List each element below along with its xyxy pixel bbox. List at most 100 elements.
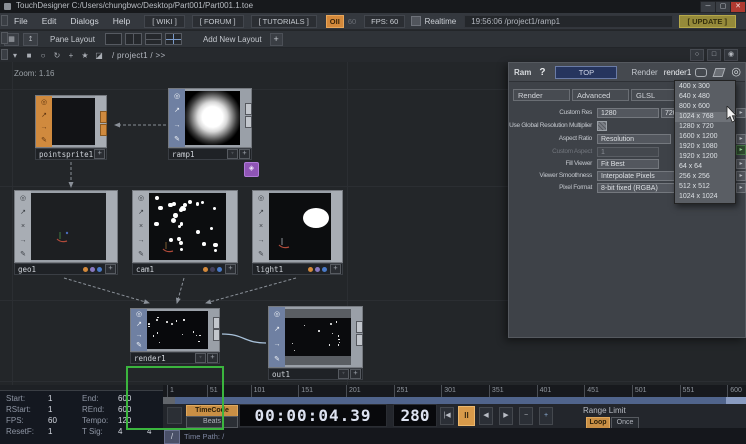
expand-plus-button[interactable]: + bbox=[330, 264, 341, 274]
render-flag-dot[interactable] bbox=[83, 267, 88, 272]
layout-single-button[interactable] bbox=[105, 33, 122, 45]
link-button[interactable]: [ WIKI ] bbox=[144, 15, 185, 28]
node-flag-icon[interactable]: ◎ bbox=[20, 195, 26, 202]
close-button[interactable]: ✕ bbox=[730, 1, 746, 13]
node-flag-icon[interactable]: → bbox=[174, 122, 181, 129]
node-flag-icon[interactable]: ◎ bbox=[138, 195, 144, 202]
display-flag-dot[interactable] bbox=[90, 267, 95, 272]
pane-control-icon[interactable]: ○ bbox=[690, 49, 704, 61]
jump-to-start-button[interactable]: |◀ bbox=[440, 407, 454, 425]
expand-plus-button[interactable]: + bbox=[225, 264, 236, 274]
param-menu-button[interactable]: ▸ bbox=[736, 171, 746, 181]
viewer-smoothness-menu[interactable]: Interpolate Pixels bbox=[597, 171, 675, 181]
breadcrumb[interactable]: / project1 / >> bbox=[112, 51, 165, 60]
output-connector[interactable] bbox=[356, 334, 363, 346]
lock-button[interactable]: ▾ bbox=[227, 149, 238, 159]
timeline-setting-text[interactable]: Start: bbox=[6, 394, 25, 403]
range-bar[interactable] bbox=[175, 397, 726, 404]
breadcrumb-icon[interactable]: ◪ bbox=[92, 51, 106, 60]
menu-item[interactable]: Help bbox=[113, 16, 130, 26]
node-nameplate[interactable]: geo1 + bbox=[14, 263, 118, 275]
realtime-toggle-icon[interactable] bbox=[411, 16, 421, 26]
node-flag-icon[interactable]: ↗ bbox=[138, 209, 144, 216]
output-connector[interactable] bbox=[245, 116, 252, 128]
node-nameplate[interactable]: cam1 + bbox=[132, 263, 238, 275]
gear-icon[interactable]: ◎ bbox=[731, 67, 741, 78]
lock-button[interactable]: ▾ bbox=[195, 353, 206, 363]
resolution-option[interactable]: 64 x 64 bbox=[675, 162, 735, 172]
window-edge-tab[interactable] bbox=[1, 15, 8, 26]
node-flag-icon[interactable]: × bbox=[259, 223, 263, 230]
resolution-option[interactable]: 1280 x 720 bbox=[675, 122, 735, 132]
pickable-flag-dot[interactable] bbox=[97, 267, 102, 272]
node-flag-icon[interactable]: ✎ bbox=[274, 356, 280, 363]
node-flag-icon[interactable]: ✎ bbox=[258, 251, 264, 258]
param-menu-button[interactable]: ▸ bbox=[736, 183, 746, 193]
param-menu-button[interactable]: ▸ bbox=[736, 159, 746, 169]
breadcrumb-icon[interactable]: + bbox=[64, 51, 78, 60]
node-flag-icon[interactable]: ✎ bbox=[20, 251, 26, 258]
upload-icon[interactable]: ↥ bbox=[23, 33, 38, 46]
tab-advanced[interactable]: Advanced bbox=[572, 89, 629, 101]
node-flag-icon[interactable]: → bbox=[136, 332, 143, 339]
pane-control-icon[interactable]: ◉ bbox=[724, 49, 738, 61]
link-button[interactable]: [ TUTORIALS ] bbox=[251, 15, 317, 28]
node-flag-icon[interactable]: ↗ bbox=[20, 209, 26, 216]
expand-plus-button[interactable]: + bbox=[239, 149, 250, 159]
time-path-button[interactable]: / bbox=[164, 430, 180, 444]
pixel-format-menu[interactable]: 8-bit fixed (RGBA) bbox=[597, 183, 681, 193]
dock-badge-icon[interactable]: ◈ bbox=[244, 162, 259, 177]
pickable-flag-dot[interactable] bbox=[322, 267, 327, 272]
timeline-setting-text[interactable]: REnd: bbox=[82, 405, 104, 414]
play-reverse-button[interactable]: ◀ bbox=[479, 407, 493, 425]
node-out1[interactable]: ◎ ↗ → ✎ bbox=[268, 306, 363, 368]
node-nameplate[interactable]: ramp1 ▾+ bbox=[168, 148, 252, 160]
param-menu-button[interactable]: ▸ bbox=[736, 134, 746, 144]
node-flag-icon[interactable]: ✎ bbox=[174, 136, 180, 143]
help-icon[interactable]: ? bbox=[539, 67, 545, 78]
node-flag-icon[interactable]: ↗ bbox=[258, 209, 264, 216]
node-flag-icon[interactable]: ◎ bbox=[274, 311, 280, 318]
breadcrumb-icon[interactable]: ▾ bbox=[8, 51, 22, 60]
timeline-setting-text[interactable]: RStart: bbox=[6, 405, 31, 414]
timeline-setting-text[interactable]: Tempo: bbox=[82, 416, 108, 425]
realtime-label[interactable]: Realtime bbox=[425, 17, 457, 26]
range-bar-right-cap[interactable] bbox=[726, 397, 746, 404]
aspect-ratio-menu[interactable]: Resolution bbox=[597, 134, 671, 144]
param-menu-button[interactable]: ▸ bbox=[736, 145, 746, 155]
node-flag-icon[interactable]: ◎ bbox=[258, 195, 264, 202]
resolution-option[interactable]: 400 x 300 bbox=[675, 82, 735, 92]
node-pointsprite1[interactable]: ◎↗→✎ bbox=[35, 95, 107, 148]
node-flag-icon[interactable]: → bbox=[41, 124, 48, 131]
node-flag-icon[interactable]: × bbox=[139, 223, 143, 230]
node-flag-icon[interactable]: ↗ bbox=[274, 326, 280, 333]
expand-plus-button[interactable]: + bbox=[105, 264, 116, 274]
fps-display[interactable]: FPS: 60 bbox=[364, 15, 405, 28]
maximize-button[interactable]: ▢ bbox=[715, 1, 731, 13]
custom-aspect-field[interactable]: 1 bbox=[597, 147, 659, 157]
output-connector[interactable] bbox=[213, 329, 220, 341]
node-flag-icon[interactable]: ◎ bbox=[136, 311, 142, 318]
comment-icon[interactable] bbox=[695, 68, 707, 77]
node-flag-icon[interactable]: → bbox=[274, 341, 281, 348]
step-forward-button[interactable]: + bbox=[539, 407, 553, 425]
pickable-flag-dot[interactable] bbox=[217, 267, 222, 272]
timeline-setting-text[interactable]: 1 bbox=[48, 394, 52, 403]
node-flag-icon[interactable]: ↗ bbox=[174, 107, 180, 114]
node-flag-icon[interactable]: ✎ bbox=[138, 251, 144, 258]
link-button[interactable]: [ FORUM ] bbox=[192, 15, 244, 28]
output-connector[interactable] bbox=[100, 124, 107, 136]
node-light1[interactable]: ◎↗×→✎ bbox=[252, 190, 343, 263]
node-render1[interactable]: ◎↗→✎ bbox=[130, 308, 220, 352]
pane-control-icon[interactable]: □ bbox=[707, 49, 721, 61]
resolution-option[interactable]: 1600 x 1200 bbox=[675, 132, 735, 142]
output-connector[interactable] bbox=[245, 103, 252, 115]
node-geo1[interactable]: ◎↗×→✎ bbox=[14, 190, 118, 263]
timeline-setting-text[interactable]: 1 bbox=[48, 405, 52, 414]
output-connector[interactable] bbox=[100, 111, 107, 123]
node-flag-icon[interactable]: ↗ bbox=[136, 321, 142, 328]
fill-viewer-menu[interactable]: Fit Best bbox=[597, 159, 659, 169]
timeline-setting-text[interactable]: 1 bbox=[48, 427, 52, 436]
layout-hsplit-button[interactable] bbox=[145, 33, 162, 45]
custom-res-width-field[interactable]: 1280 bbox=[597, 108, 659, 118]
